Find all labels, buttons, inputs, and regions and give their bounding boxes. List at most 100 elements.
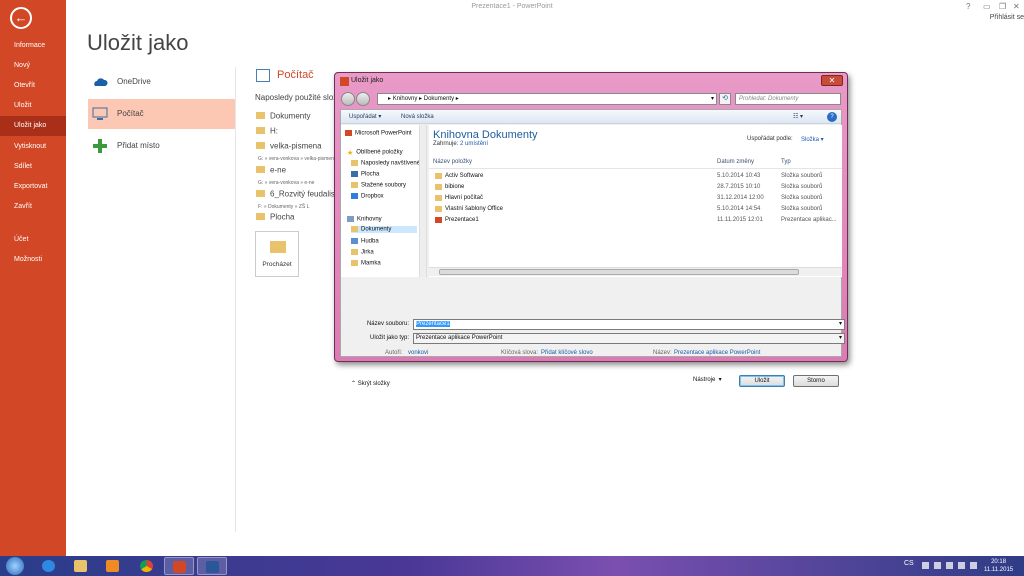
file-pane: Knihovna Dokumenty Zahrnuje: 2 umístění … xyxy=(429,125,842,277)
folder-icon xyxy=(256,127,265,135)
authors-value[interactable]: vonkovi xyxy=(408,350,428,356)
savetype-select[interactable]: Prezentace aplikace PowerPoint ▾ xyxy=(413,333,845,344)
nav-ucet[interactable]: Účet xyxy=(0,230,66,250)
folder-icon xyxy=(435,206,442,212)
refresh-icon[interactable]: ⟲ xyxy=(719,93,731,105)
help-icon[interactable]: ? xyxy=(966,2,970,11)
tree-item-dropbox[interactable]: Dropbox xyxy=(351,193,384,200)
place-label: Přidat místo xyxy=(117,141,160,150)
start-button[interactable] xyxy=(6,557,24,575)
chevron-down-icon[interactable]: ▾ xyxy=(839,320,842,329)
column-type[interactable]: Typ xyxy=(781,159,791,165)
tray-arrow-icon[interactable] xyxy=(922,562,929,569)
nav-zavrit[interactable]: Zavřít xyxy=(0,197,66,217)
internet-explorer-icon[interactable] xyxy=(34,557,64,575)
scrollbar-thumb[interactable] xyxy=(439,269,799,275)
chrome-icon[interactable] xyxy=(132,557,162,575)
back-nav-button[interactable] xyxy=(341,92,355,106)
close-window-icon[interactable]: ✕ xyxy=(1013,2,1020,11)
chevron-down-icon[interactable]: ▾ xyxy=(711,94,714,104)
recent-folder[interactable]: Plocha xyxy=(256,208,336,226)
chevron-down-icon[interactable]: ▾ xyxy=(839,334,842,343)
language-indicator[interactable]: CS xyxy=(904,560,914,567)
nav-informace[interactable]: Informace xyxy=(0,36,66,56)
hide-folders-button[interactable]: ⌃ Skrýt složky xyxy=(351,380,390,387)
view-toggle-icon[interactable]: ☷ ▾ xyxy=(793,110,803,124)
breadcrumb: ▸ Knihovny ▸ Dokumenty ▸ xyxy=(388,96,459,102)
keywords-label: Klíčová slova: xyxy=(501,350,539,356)
cancel-button[interactable]: Storno xyxy=(793,375,839,387)
column-date[interactable]: Datum změny xyxy=(717,159,754,165)
ribbon-display-icon[interactable]: ▭ xyxy=(983,2,991,11)
keywords-value[interactable]: Přidat klíčové slovo xyxy=(541,350,593,356)
place-add[interactable]: Přidat místo xyxy=(88,131,236,161)
page-title: Uložit jako xyxy=(87,30,189,55)
tree-scrollbar[interactable] xyxy=(419,125,426,277)
locations-link[interactable]: 2 umístění xyxy=(460,141,488,147)
tree-item-powerpoint[interactable]: Microsoft PowerPoint xyxy=(345,130,412,137)
back-icon[interactable]: ← xyxy=(10,7,32,29)
nav-moznosti[interactable]: Možnosti xyxy=(0,250,66,270)
tree-item-desktop[interactable]: Plocha xyxy=(351,171,379,178)
tree-item-libraries[interactable]: Knihovny xyxy=(347,216,382,223)
file-row[interactable]: Activ Software 5.10.2014 10:43 Složka soub… xyxy=(429,171,839,182)
volume-icon[interactable] xyxy=(958,562,965,569)
tree-item-downloads[interactable]: Stažené soubory xyxy=(351,182,406,189)
tree-item-documents[interactable]: Dokumenty xyxy=(351,226,417,233)
media-player-icon[interactable] xyxy=(98,557,128,575)
browse-button[interactable]: Procházet xyxy=(255,231,299,277)
clock[interactable]: 20:18 11.11.2015 xyxy=(984,558,1013,574)
sign-in-link[interactable]: Přihlásit se xyxy=(990,14,1024,21)
recent-folder[interactable]: velka-pismena G: » vera-vonkova » velka-p… xyxy=(256,137,336,162)
backstage-nav: ← Informace Nový Otevřít Uložit Uložit j… xyxy=(0,0,66,556)
folder-icon xyxy=(256,166,265,174)
tree-item-mamka[interactable]: Mamka xyxy=(351,260,381,267)
tools-dropdown[interactable]: Nástroje ▾ xyxy=(693,376,722,383)
battery-icon[interactable] xyxy=(970,562,977,569)
search-input[interactable]: Prohledat: Dokumenty xyxy=(735,93,841,105)
forward-nav-button[interactable] xyxy=(356,92,370,106)
tree-item-recent[interactable]: Naposledy navštívené xyxy=(351,160,420,167)
nav-ulozit[interactable]: Uložit xyxy=(0,96,66,116)
title-label: Název: xyxy=(653,350,672,356)
word-icon[interactable] xyxy=(197,557,227,575)
nav-novy[interactable]: Nový xyxy=(0,56,66,76)
nav-otevrit[interactable]: Otevřít xyxy=(0,76,66,96)
file-explorer-icon[interactable] xyxy=(66,557,96,575)
powerpoint-icon[interactable] xyxy=(164,557,194,575)
restore-icon[interactable]: ❐ xyxy=(999,2,1006,11)
arrange-by-dropdown[interactable]: Složka ▾ xyxy=(801,136,824,143)
place-onedrive[interactable]: OneDrive xyxy=(88,67,236,97)
file-row[interactable]: bibione 28.7.2015 10:10 Složka souborů xyxy=(429,182,839,193)
title-value[interactable]: Prezentace aplikace PowerPoint xyxy=(674,350,760,356)
column-name[interactable]: Název položky xyxy=(433,159,472,165)
recent-folder[interactable]: 6_Rozvitý feudalismusF: » Dokumenty » ZŠ… xyxy=(256,185,336,210)
filename-input[interactable]: Prezentace1 ▾ xyxy=(413,319,845,330)
tree-item-music[interactable]: Hudba xyxy=(351,238,379,245)
savetype-label: Uložit jako typ: xyxy=(369,335,409,341)
nav-sdilet[interactable]: Sdílet xyxy=(0,157,66,177)
desktop-icon xyxy=(351,171,358,177)
plus-icon xyxy=(93,139,107,153)
nav-ulozit-jako[interactable]: Uložit jako xyxy=(0,116,66,136)
place-computer[interactable]: Počítač xyxy=(88,99,236,129)
dialog-close-button[interactable]: ✕ xyxy=(821,75,843,86)
help-icon[interactable]: ? xyxy=(827,112,837,122)
nav-exportovat[interactable]: Exportovat xyxy=(0,177,66,197)
nav-vytisknout[interactable]: Vytisknout xyxy=(0,137,66,157)
file-row[interactable]: Hlavní počítač 31.12.2014 12:00 Složka sou… xyxy=(429,193,839,204)
horizontal-scrollbar[interactable] xyxy=(429,267,842,276)
tree-item-jirka[interactable]: Jirka xyxy=(351,249,374,256)
address-bar[interactable]: ▸ Knihovny ▸ Dokumenty ▸ ▾ xyxy=(377,93,717,105)
save-button[interactable]: Uložit xyxy=(739,375,785,387)
network-icon[interactable] xyxy=(946,562,953,569)
organize-button[interactable]: Uspořádat ▾ xyxy=(349,110,381,124)
new-folder-button[interactable]: Nová složka xyxy=(401,110,434,124)
file-row[interactable]: Prezentace1 11.11.2015 12:01 Prezentace ap… xyxy=(429,215,839,226)
tree-item-favorites[interactable]: ★ Oblíbené položky xyxy=(347,149,403,157)
action-center-icon[interactable] xyxy=(934,562,941,569)
breadcrumb-documents[interactable]: Dokumenty xyxy=(424,96,454,102)
file-row[interactable]: Vlastní šablony Office 5.10.2014 14:54 Slo… xyxy=(429,204,839,215)
recent-folder[interactable]: e-ne G: » vera-vonkova » e-ne xyxy=(256,161,336,186)
breadcrumb-libraries[interactable]: Knihovny xyxy=(393,96,418,102)
